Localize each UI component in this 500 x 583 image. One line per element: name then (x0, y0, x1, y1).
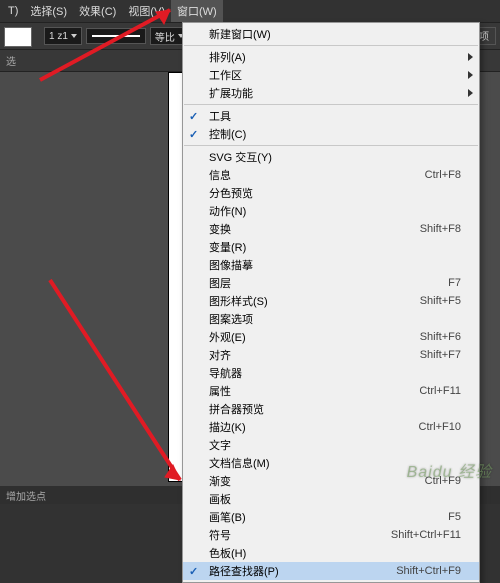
menu-item-shortcut: Shift+F5 (402, 295, 461, 307)
menu-item[interactable]: 图形样式(S) Shift+F5 (183, 292, 479, 310)
menu-item[interactable]: 变换 Shift+F8 (183, 220, 479, 238)
menu-item-label: 对齐 (209, 347, 231, 363)
check-icon: ✓ (189, 110, 198, 123)
menu-t[interactable]: T) (2, 2, 24, 20)
sub-toolbar-label: 选 (6, 53, 16, 68)
submenu-arrow-icon (468, 71, 473, 79)
menu-item-label: 新建窗口(W) (209, 26, 271, 42)
menu-item-label: 渐变 (209, 473, 231, 489)
menu-item[interactable]: 属性 Ctrl+F11 (183, 382, 479, 400)
menu-item-label: 拼合器预览 (209, 401, 264, 417)
menu-item-label: 信息 (209, 167, 231, 183)
menu-item-label: 色板(H) (209, 545, 246, 561)
menu-item[interactable]: ✓ 工具 (183, 107, 479, 125)
menu-item-shortcut: F5 (430, 511, 461, 523)
menu-item[interactable]: 画板 (183, 490, 479, 508)
menu-view[interactable]: 视图(V) (122, 0, 171, 22)
menu-item-label: 符号 (209, 527, 231, 543)
menu-item-shortcut: Shift+Ctrl+F11 (373, 529, 461, 541)
menu-item[interactable]: 图案选项 (183, 310, 479, 328)
menu-item-label: 文档信息(M) (209, 455, 270, 471)
menu-item-label: 工作区 (209, 67, 242, 83)
menu-item[interactable]: 变量(R) (183, 238, 479, 256)
menu-item-label: 图层 (209, 275, 231, 291)
menu-item[interactable]: 文字 (183, 436, 479, 454)
menu-item[interactable]: 符号 Shift+Ctrl+F11 (183, 526, 479, 544)
menu-separator (184, 45, 478, 46)
menu-item-shortcut: Shift+F6 (402, 331, 461, 343)
menu-item[interactable]: 新建窗口(W) (183, 25, 479, 43)
menu-item-label: 属性 (209, 383, 231, 399)
menu-item-label: 变换 (209, 221, 231, 237)
menu-item-label: 控制(C) (209, 126, 246, 142)
menu-item-label: 变量(R) (209, 239, 246, 255)
menu-item-shortcut: Ctrl+F11 (401, 385, 461, 397)
zoom-value: 1 z1 (49, 31, 68, 42)
check-icon: ✓ (189, 565, 198, 578)
menu-item-label: 扩展功能 (209, 85, 253, 101)
menu-effect[interactable]: 效果(C) (73, 0, 122, 22)
menu-item-shortcut: F7 (430, 277, 461, 289)
menu-item[interactable]: ✓ 路径查找器(P) Shift+Ctrl+F9 (183, 562, 479, 580)
menu-item[interactable]: ✓ 控制(C) (183, 125, 479, 143)
menu-item[interactable]: 信息 Ctrl+F8 (183, 166, 479, 184)
menu-item-shortcut: Shift+F8 (402, 223, 461, 235)
menu-item-label: 图像描摹 (209, 257, 253, 273)
submenu-arrow-icon (468, 89, 473, 97)
menu-item-label: 导航器 (209, 365, 242, 381)
status-label: 增加选点 (6, 488, 46, 503)
dropdown-icon (71, 34, 77, 38)
menu-item[interactable]: 色板(H) (183, 544, 479, 562)
menu-item[interactable]: 对齐 Shift+F7 (183, 346, 479, 364)
units-value: 等比 (155, 29, 175, 44)
menu-item[interactable]: SVG 交互(Y) (183, 148, 479, 166)
check-icon: ✓ (189, 128, 198, 141)
menu-item[interactable]: 图像描摹 (183, 256, 479, 274)
menu-item[interactable]: 排列(A) (183, 48, 479, 66)
menu-window[interactable]: 窗口(W) (171, 0, 223, 22)
menu-item[interactable]: 动作(N) (183, 202, 479, 220)
watermark: Baidu 经验 (407, 458, 492, 482)
menu-item-label: 描边(K) (209, 419, 246, 435)
menu-item-label: 画笔(B) (209, 509, 246, 525)
menu-item[interactable]: 分色预览 (183, 184, 479, 202)
menu-item-label: 工具 (209, 108, 231, 124)
menu-separator (184, 145, 478, 146)
menu-item-label: 外观(E) (209, 329, 246, 345)
fill-stroke-swatch[interactable] (4, 27, 30, 45)
menu-separator (184, 104, 478, 105)
zoom-dropdown[interactable]: 1 z1 (44, 27, 82, 45)
menu-item[interactable]: 画笔(B) F5 (183, 508, 479, 526)
menu-item-shortcut: Shift+F7 (402, 349, 461, 361)
menu-item-label: 动作(N) (209, 203, 246, 219)
menu-item-label: 排列(A) (209, 49, 246, 65)
menu-item[interactable]: 工作区 (183, 66, 479, 84)
menu-item-shortcut: Ctrl+F8 (407, 169, 461, 181)
submenu-arrow-icon (468, 53, 473, 61)
menu-item-label: 文字 (209, 437, 231, 453)
menu-item-shortcut: Shift+Ctrl+F9 (378, 565, 461, 577)
menu-item-label: 图案选项 (209, 311, 253, 327)
menu-item-shortcut: Ctrl+F10 (401, 421, 462, 433)
menu-item[interactable]: 扩展功能 (183, 84, 479, 102)
stroke-preview[interactable] (86, 28, 146, 44)
menu-item[interactable]: 拼合器预览 (183, 400, 479, 418)
menu-item-label: 分色预览 (209, 185, 253, 201)
menu-item[interactable]: 描边(K) Ctrl+F10 (183, 418, 479, 436)
menubar: T) 选择(S) 效果(C) 视图(V) 窗口(W) (0, 0, 500, 22)
menu-item-label: SVG 交互(Y) (209, 149, 272, 165)
menu-item-label: 图形样式(S) (209, 293, 268, 309)
menu-item[interactable]: 图层 F7 (183, 274, 479, 292)
menu-item[interactable]: 外观(E) Shift+F6 (183, 328, 479, 346)
menu-item-label: 画板 (209, 491, 231, 507)
menu-item-label: 路径查找器(P) (209, 563, 279, 579)
menu-item[interactable]: 导航器 (183, 364, 479, 382)
window-menu-dropdown: 新建窗口(W) 排列(A) 工作区扩展功能 ✓ 工具 ✓ 控制(C) SVG 交互(Y) 信息 C… (182, 22, 480, 583)
menu-select[interactable]: 选择(S) (24, 0, 73, 22)
